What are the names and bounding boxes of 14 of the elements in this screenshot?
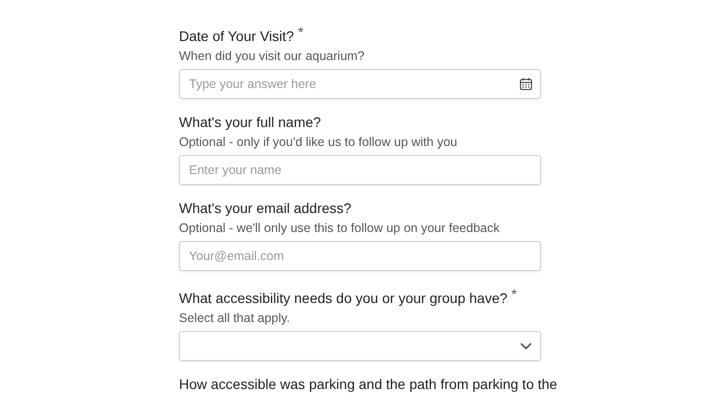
question-description: Optional - we'll only use this to follow up on your feedback (179, 220, 501, 237)
text-field[interactable]: Your@email.com (179, 241, 541, 271)
chevron-down-icon (520, 342, 532, 350)
question-description: When did you visit our aquarium? (179, 48, 366, 65)
date-field[interactable]: Type your answer here (179, 69, 541, 99)
required-asterisk: * (298, 24, 304, 40)
question-description: Optional - only if you'd like us to follow up with you (179, 134, 458, 151)
question-label: How accessible was parking and the path from parking to the (179, 375, 558, 394)
text-field[interactable]: Enter your name (179, 155, 541, 185)
calendar-icon[interactable] (519, 77, 533, 91)
question-label: What's your email address? (179, 199, 352, 218)
question-description: Select all that apply. (179, 310, 291, 327)
question-label: What's your full name? (179, 113, 321, 132)
required-asterisk: * (511, 286, 517, 302)
